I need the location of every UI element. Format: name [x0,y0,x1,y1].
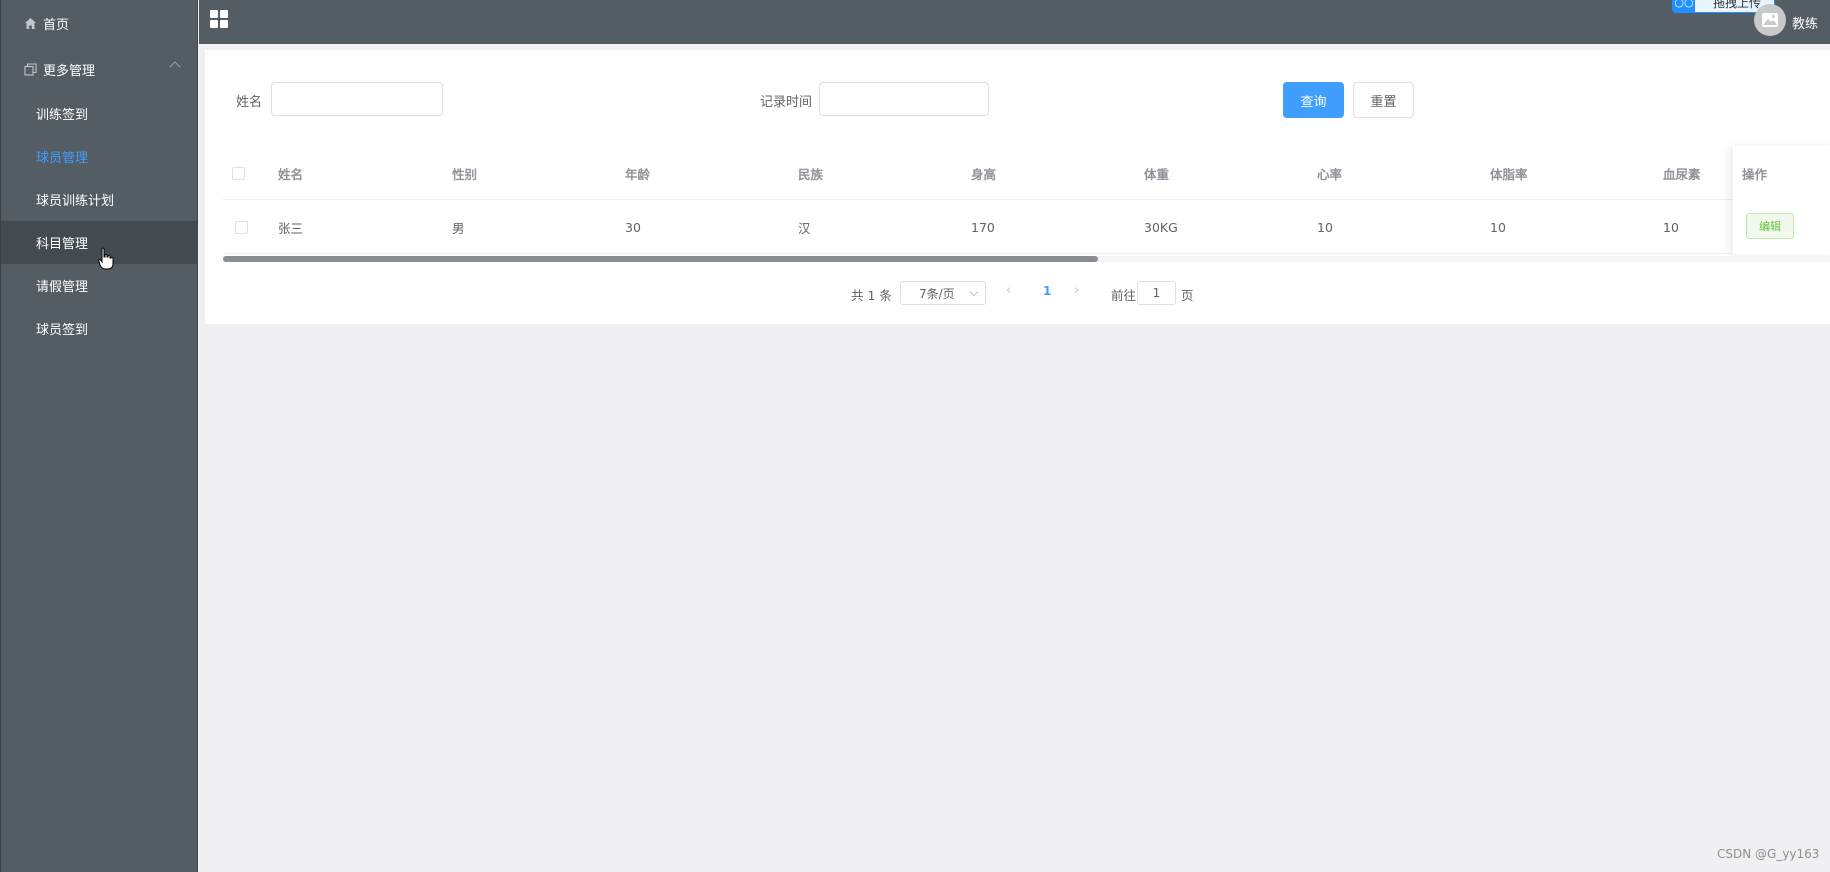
reset-button[interactable]: 重置 [1353,82,1414,118]
column-header-weight[interactable]: 体重 [1144,146,1169,200]
goto-prefix: 前往 [1111,287,1137,303]
image-placeholder-icon [1762,13,1778,27]
cell-weight: 30KG [1144,219,1178,235]
copy-icon [23,62,37,76]
scrollbar-thumb[interactable] [223,256,1098,262]
name-search-label: 姓名 [236,95,263,110]
main-card: 姓名 记录时间 查询 重置 姓名 性别 年龄 民族 身高 体重 心率 体脂率 血… [205,50,1830,324]
page-size-select[interactable]: 7条/页 [900,281,986,305]
cell-gender: 男 [452,220,465,236]
query-button[interactable]: 查询 [1283,82,1344,118]
cell-name: 张三 [278,220,304,236]
sidebar-item-training-checkin[interactable]: 训练签到 [1,92,197,135]
column-header-name[interactable]: 姓名 [278,146,303,200]
row-checkbox[interactable] [235,220,248,234]
horizontal-scrollbar[interactable] [223,256,1830,262]
sidebar-item-label: 球员训练计划 [36,194,115,209]
sidebar-submenu-more[interactable]: 更多管理 [1,46,197,92]
sidebar-item-label: 球员签到 [36,323,89,338]
cell-heart-rate: 10 [1317,219,1333,235]
record-time-input[interactable] [819,82,989,116]
table-header-row: 姓名 性别 年龄 民族 身高 体重 心率 体脂率 血尿素 [223,146,1830,200]
column-header-height[interactable]: 身高 [971,146,996,200]
prev-page-icon[interactable]: ‹ [1006,283,1011,298]
sidebar-submenu-label: 更多管理 [43,63,96,79]
column-header-heart-rate[interactable]: 心率 [1317,146,1342,200]
select-all-checkbox[interactable] [232,166,245,180]
app-root: 首页 更多管理 训练签到 球员管理 球员训练计划 科目管理 请假管理 球员签到 [0,0,1830,872]
current-page[interactable]: 1 [1043,284,1051,298]
sidebar-item-label: 训练签到 [36,108,89,123]
home-icon [23,16,37,30]
cell-blood-urea: 10 [1663,219,1679,235]
watermark: CSDN @G_yy163 [1717,847,1820,861]
sidebar-item-training-plan[interactable]: 球员训练计划 [1,178,197,221]
edit-button[interactable]: 编辑 [1746,213,1794,239]
cell-body-fat: 10 [1490,219,1506,235]
sidebar-item-home[interactable]: 首页 [1,0,197,46]
sidebar-item-player-checkin[interactable]: 球员签到 [1,307,197,350]
data-table: 姓名 性别 年龄 民族 身高 体重 心率 体脂率 血尿素 张三 男 30 汉 1… [223,146,1830,268]
user-name[interactable]: 教练 [1792,13,1818,32]
record-time-label: 记录时间 [760,95,813,110]
cell-age: 30 [625,219,641,235]
column-header-age[interactable]: 年龄 [625,146,650,200]
fixed-action-column: 操作 编辑 [1733,146,1830,254]
cell-ethnicity: 汉 [798,220,811,236]
upload-badge-label: 拖拽上传 [1713,0,1762,10]
avatar[interactable] [1754,4,1786,36]
hand-cursor-icon [98,247,114,270]
goto-page-input[interactable] [1137,281,1176,305]
sidebar-item-label: 球员管理 [36,151,89,166]
sidebar-item-label: 请假管理 [36,280,89,295]
chevron-down-icon [969,287,979,297]
page-size-value: 7条/页 [919,286,955,301]
column-header-blood-urea[interactable]: 血尿素 [1663,146,1701,200]
sidebar-item-label: 科目管理 [36,237,89,252]
sidebar-item-player-management[interactable]: 球员管理 [1,135,197,178]
row-select-cell [235,200,248,254]
cell-height: 170 [971,219,995,235]
sidebar-item-label: 首页 [43,17,70,33]
goto-suffix: 页 [1181,287,1194,303]
chevron-up-icon [169,61,181,73]
table-row[interactable]: 张三 男 30 汉 170 30KG 10 10 10 [223,200,1830,254]
apps-grid-icon[interactable] [210,10,228,28]
select-all-cell [232,146,245,200]
sidebar: 首页 更多管理 训练签到 球员管理 球员训练计划 科目管理 请假管理 球员签到 [0,0,198,872]
next-page-icon[interactable]: › [1074,283,1079,298]
top-bar: ○○ 拖拽上传 教练 [199,0,1830,44]
upload-icon: ○○ [1673,0,1695,13]
column-header-body-fat[interactable]: 体脂率 [1490,146,1528,200]
pagination-total: 共 1 条 [851,287,892,303]
name-search-input[interactable] [271,82,443,116]
column-header-ethnicity[interactable]: 民族 [798,146,823,200]
column-header-action: 操作 [1742,166,1768,182]
column-header-gender[interactable]: 性别 [452,146,477,200]
